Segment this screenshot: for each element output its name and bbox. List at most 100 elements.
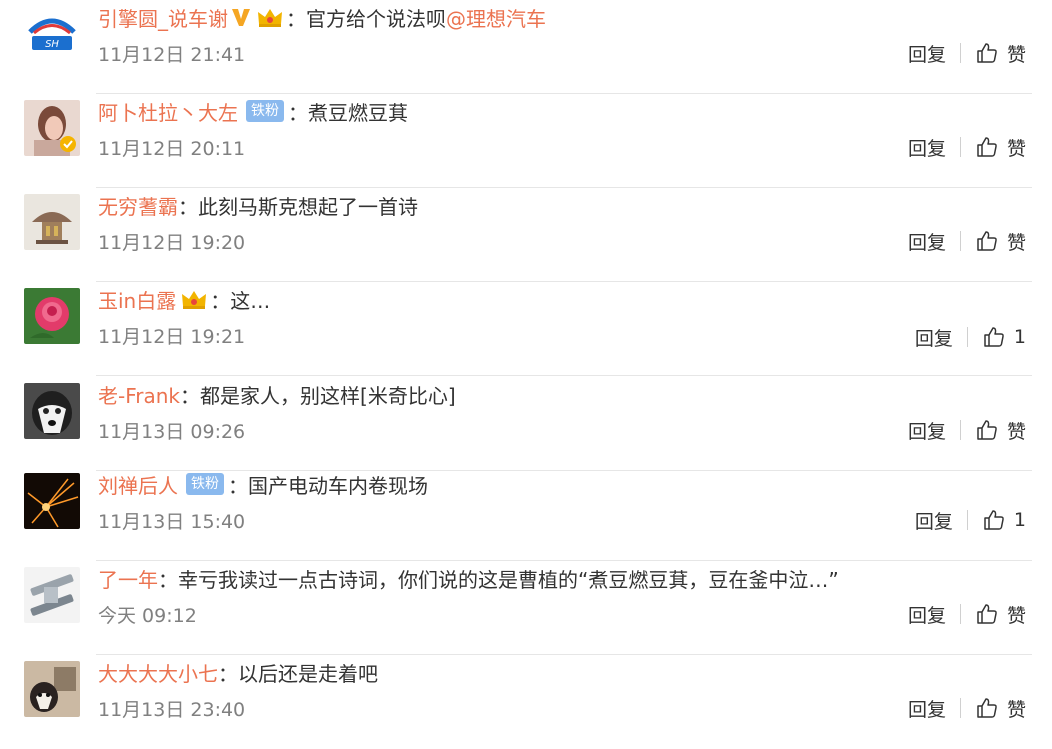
colon-separator: ： (180, 383, 201, 408)
svg-text:SH: SH (45, 39, 59, 50)
reply-button[interactable]: 回复 (915, 507, 953, 534)
action-divider (959, 137, 961, 157)
comment-timestamp: 11月12日 20:11 (98, 138, 246, 160)
username-link[interactable]: 刘禅后人 (98, 470, 178, 499)
comment-text: 此刻马斯克想起了一首诗 (198, 194, 418, 219)
comment-item: 大大大大小七：以后还是走着吧 11月13日 23:40 回复 赞 (0, 655, 1052, 749)
mention-link[interactable]: @理想汽车 (446, 3, 546, 32)
pagoda-avatar[interactable] (24, 194, 80, 250)
comment-line: 大大大大小七：以后还是走着吧 (98, 657, 378, 687)
hardware-avatar[interactable] (24, 567, 80, 623)
comment-line: 了一年：幸亏我读过一点古诗词，你们说的这是曹植的“煮豆燃豆萁，豆在釜中泣…” (98, 563, 839, 593)
comment-item: SH 引擎圆_说车谢 ：官方给个说法呗 @理想汽车 11月12日 21:41 回复 赞 (0, 0, 1052, 94)
comment-timestamp: 11月13日 09:26 (98, 421, 246, 443)
like-button[interactable]: 赞 (1007, 417, 1026, 444)
crown-icon[interactable] (256, 6, 284, 28)
comment-actions: 回复 赞 (908, 693, 1026, 723)
colon-separator: ： (178, 194, 198, 219)
reply-button[interactable]: 回复 (908, 228, 946, 255)
comment-text: 以后还是走着吧 (238, 661, 378, 686)
colon-separator: ： (228, 473, 248, 498)
thumbs-up-icon[interactable] (982, 325, 1006, 349)
colon-separator: ： (210, 288, 231, 313)
action-divider (959, 604, 961, 624)
username-link[interactable]: 玉in白露 (98, 285, 176, 314)
like-button[interactable]: 赞 (1007, 601, 1026, 628)
comment-text: 幸亏我读过一点古诗词，你们说的这是曹植的“煮豆燃豆萁，豆在釜中泣…” (178, 567, 839, 592)
dog-avatar[interactable] (24, 661, 80, 717)
like-button[interactable]: 赞 (1007, 134, 1026, 161)
action-divider (959, 698, 961, 718)
comment-actions: 回复 赞 (908, 132, 1026, 162)
reply-button[interactable]: 回复 (908, 417, 946, 444)
reply-button[interactable]: 回复 (915, 324, 953, 351)
comment-timestamp: 11月12日 19:20 (98, 232, 246, 254)
action-divider (966, 510, 968, 530)
iron-fan-badge[interactable]: 铁粉 (246, 100, 284, 122)
iron-fan-badge[interactable]: 铁粉 (186, 473, 224, 495)
lane-logo-avatar[interactable]: SH (24, 6, 80, 62)
comment-line: 引擎圆_说车谢 ：官方给个说法呗 @理想汽车 (98, 2, 546, 32)
like-button[interactable]: 1 (1014, 509, 1026, 531)
username-link[interactable]: 老-Frank (98, 380, 180, 409)
comment-timestamp: 11月13日 23:40 (98, 699, 246, 721)
thumbs-up-icon[interactable] (982, 508, 1006, 532)
comment-actions: 回复 赞 (908, 599, 1026, 629)
row-divider (96, 375, 1032, 376)
comment-timestamp: 今天 09:12 (98, 605, 197, 627)
comment-actions: 回复 1 (915, 505, 1026, 535)
action-divider (959, 420, 961, 440)
colon-separator: ： (158, 567, 178, 592)
colon-separator: ： (286, 6, 306, 31)
reply-button[interactable]: 回复 (908, 601, 946, 628)
username-link[interactable]: 无穷蓍霸 (98, 191, 178, 220)
comment-text: 都是家人，别这样[米奇比心] (200, 383, 456, 408)
thumbs-up-icon[interactable] (975, 135, 999, 159)
action-divider (966, 327, 968, 347)
like-button[interactable]: 赞 (1007, 695, 1026, 722)
comment-timestamp: 11月12日 19:21 (98, 326, 246, 348)
vip-v-icon (230, 6, 252, 28)
husky-avatar[interactable] (24, 383, 80, 439)
action-divider (959, 231, 961, 251)
comment-item: 无穷蓍霸：此刻马斯克想起了一首诗 11月12日 19:20 回复 赞 (0, 188, 1052, 282)
comment-item: 老-Frank：都是家人，别这样[米奇比心] 11月13日 09:26 回复 赞 (0, 377, 1052, 471)
username-link[interactable]: 大大大大小七 (98, 658, 218, 687)
comment-line: 玉in白露 ：这… (98, 284, 270, 314)
comment-timestamp: 11月12日 21:41 (98, 44, 246, 66)
like-button[interactable]: 1 (1014, 326, 1026, 348)
comment-actions: 回复 赞 (908, 415, 1026, 445)
comment-item: 了一年：幸亏我读过一点古诗词，你们说的这是曹植的“煮豆燃豆萁，豆在釜中泣…” 今天… (0, 561, 1052, 655)
thumbs-up-icon[interactable] (975, 602, 999, 626)
comment-actions: 回复 赞 (908, 38, 1026, 68)
comment-timestamp: 11月13日 15:40 (98, 511, 246, 533)
sparks-avatar[interactable] (24, 473, 80, 529)
comment-text: 国产电动车内卷现场 (248, 473, 428, 498)
reply-button[interactable]: 回复 (908, 695, 946, 722)
username-link[interactable]: 阿卜杜拉丶大左 (98, 97, 238, 126)
thumbs-up-icon[interactable] (975, 418, 999, 442)
comment-list: SH 引擎圆_说车谢：官方给个说法呗 @理想汽车 11月12日 21:41 回复赞阿卜杜… (0, 0, 1052, 742)
like-button[interactable]: 赞 (1007, 40, 1026, 67)
thumbs-up-icon[interactable] (975, 229, 999, 253)
thumbs-up-icon[interactable] (975, 41, 999, 65)
crown-icon[interactable] (180, 288, 208, 310)
comment-actions: 回复 1 (915, 322, 1026, 352)
colon-separator: ： (218, 661, 238, 686)
comment-item: 阿卜杜拉丶大左 铁粉：煮豆燃豆萁 11月12日 20:11 回复 赞 (0, 94, 1052, 188)
reply-button[interactable]: 回复 (908, 134, 946, 161)
comment-text: 煮豆燃豆萁 (308, 100, 408, 125)
comment-actions: 回复 赞 (908, 226, 1026, 256)
like-button[interactable]: 赞 (1007, 228, 1026, 255)
username-link[interactable]: 引擎圆_说车谢 (98, 3, 228, 32)
comment-text: 这… (230, 288, 271, 313)
comment-line: 无穷蓍霸：此刻马斯克想起了一首诗 (98, 190, 418, 220)
action-divider (959, 43, 961, 63)
thumbs-up-icon[interactable] (975, 696, 999, 720)
reply-button[interactable]: 回复 (908, 40, 946, 67)
username-link[interactable]: 了一年 (98, 564, 158, 593)
comment-item: 玉in白露 ：这… 11月12日 19:21 回复 1 (0, 282, 1052, 376)
girl-photo-avatar[interactable] (24, 100, 80, 156)
colon-separator: ： (288, 100, 308, 125)
rose-avatar[interactable] (24, 288, 80, 344)
